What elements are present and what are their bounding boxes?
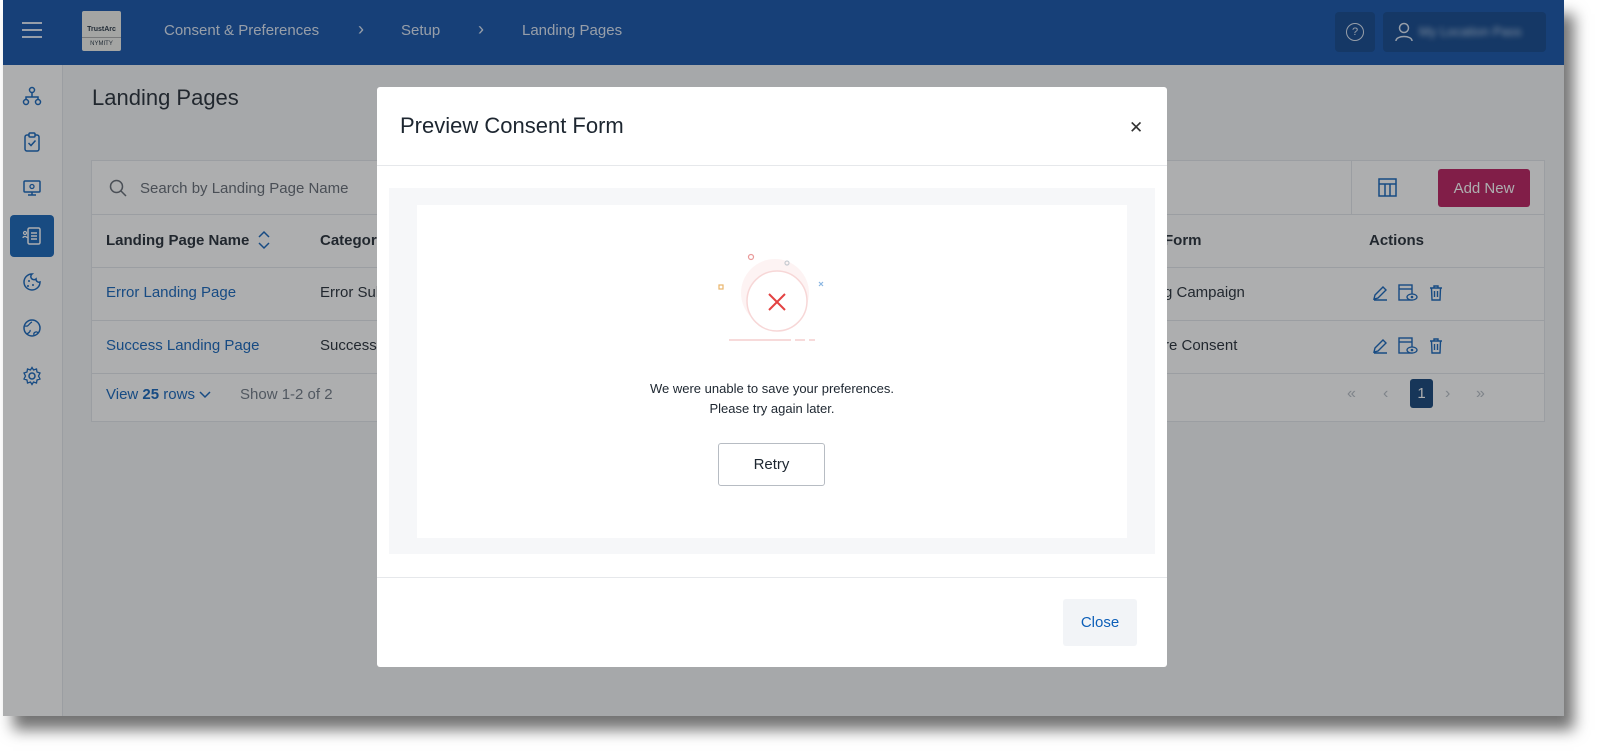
error-illustration-icon (718, 253, 824, 341)
form-preview-area: We were unable to save your preferences.… (389, 188, 1155, 554)
error-message-line2: Please try again later. (709, 401, 835, 416)
form-preview-frame: We were unable to save your preferences.… (417, 205, 1127, 538)
preview-consent-form-dialog: Preview Consent Form ✕ We were unable to… (377, 87, 1167, 667)
close-icon[interactable]: ✕ (1129, 118, 1143, 138)
dialog-title: Preview Consent Form (400, 113, 624, 138)
close-button[interactable]: Close (1063, 599, 1137, 646)
divider (377, 577, 1167, 578)
error-message: We were unable to save your preferences.… (417, 379, 1127, 419)
retry-button[interactable]: Retry (718, 443, 825, 486)
app-window: TrustArc NYMITY Consent & Preferences › … (3, 0, 1564, 716)
error-message-line1: We were unable to save your preferences. (649, 381, 894, 396)
divider (377, 165, 1167, 166)
